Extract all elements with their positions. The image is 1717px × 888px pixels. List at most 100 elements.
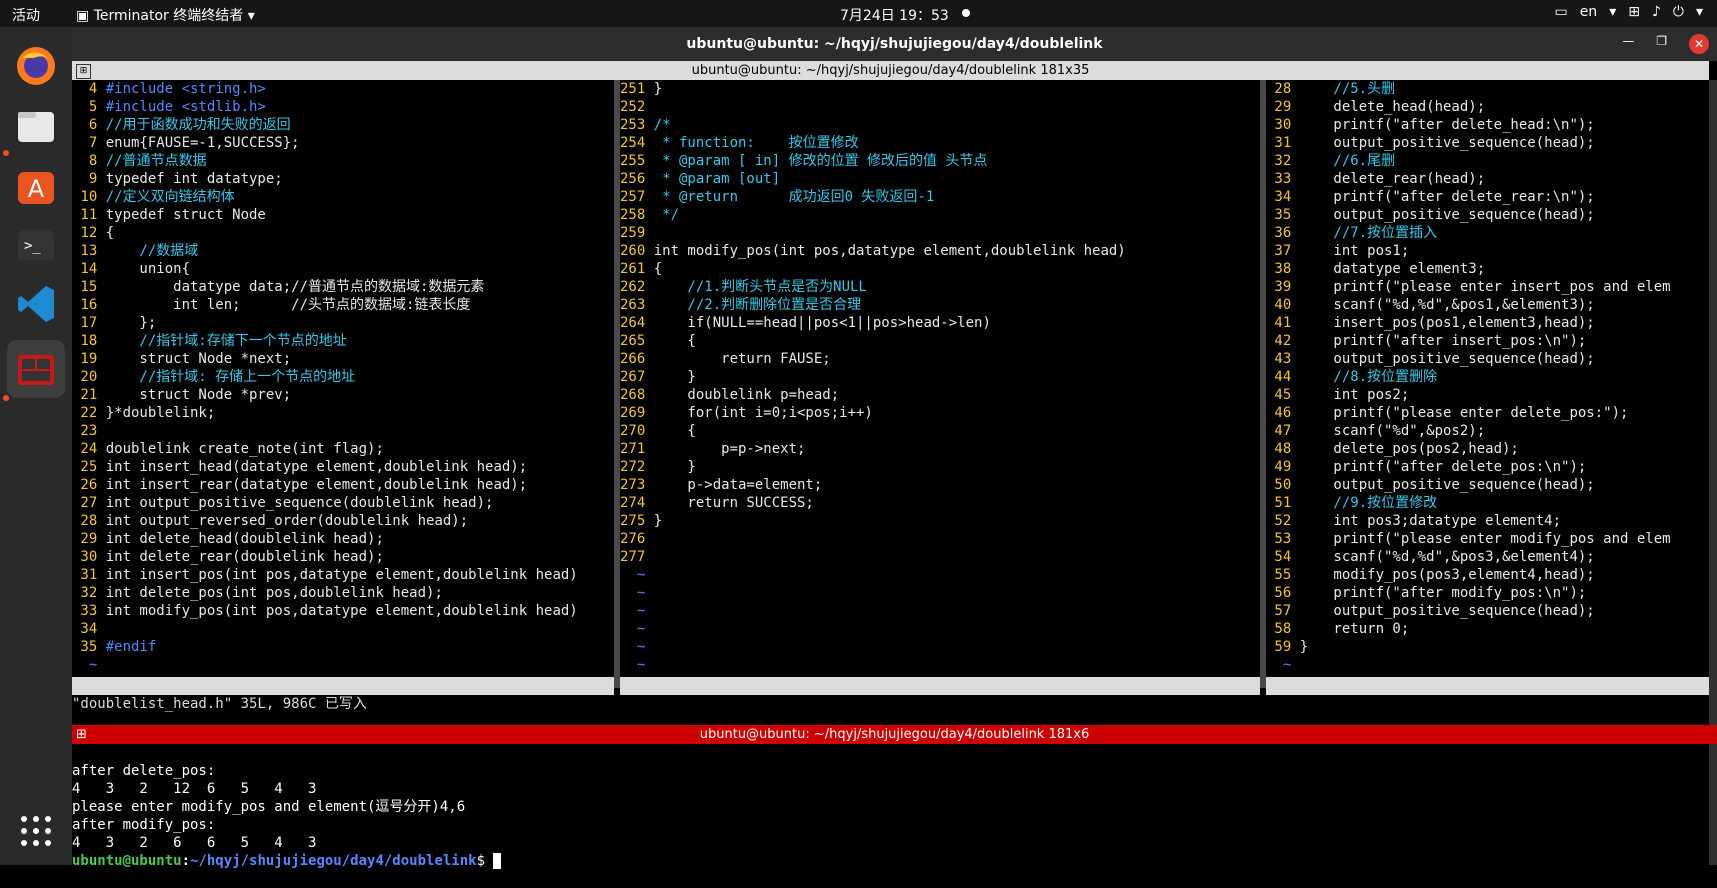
terminal-top-titlebar[interactable]: ⊞ ubuntu@ubuntu: ~/hqyj/shujujiegou/day4… xyxy=(72,61,1709,80)
code-line: 7 enum{FAUSE=-1,SUCCESS}; xyxy=(72,134,613,152)
firefox-icon[interactable] xyxy=(7,37,65,95)
terminator-icon[interactable] xyxy=(7,340,65,398)
output-line: 4 3 2 6 6 5 4 3 xyxy=(72,835,317,851)
code-line: 44 //8.按位置删除 xyxy=(1266,368,1709,386)
language-indicator[interactable]: en xyxy=(1580,4,1598,20)
code-text: struct Node *next; xyxy=(105,351,292,367)
code-text: */ xyxy=(653,207,680,223)
code-text: scanf("%d,%d",&pos1,&element3); xyxy=(1299,297,1595,313)
code-line: 251 } xyxy=(620,80,1234,98)
code-line: 25 int insert_head(datatype element,doub… xyxy=(72,458,613,476)
activities-button[interactable]: 活动 xyxy=(12,5,40,25)
vim-pane-header[interactable]: 4 #include <string.h> 5 #include <stdlib… xyxy=(72,80,613,676)
code-text: //指针域: 存储上一个节点的地址 xyxy=(105,369,356,385)
terminal-top-title: ubuntu@ubuntu: ~/hqyj/shujujiegou/day4/d… xyxy=(691,63,1090,78)
terminal-bottom[interactable]: after delete_pos: 4 3 2 12 6 5 4 3 please … xyxy=(72,744,1709,869)
line-number: 22 xyxy=(72,405,106,421)
code-line: 18 //指针域:存储下一个节点的地址 xyxy=(72,332,613,350)
line-number: ~ xyxy=(620,603,654,619)
code-text: //普通节点数据 xyxy=(105,153,207,169)
line-number: 35 xyxy=(72,639,106,655)
line-number: 47 xyxy=(1266,423,1300,439)
system-tray[interactable]: ▭ en ▾ ⊞ ♪ ⏻ ▾ xyxy=(1554,4,1703,20)
close-icon[interactable]: ✕ xyxy=(1689,34,1709,54)
line-number: 263 xyxy=(620,297,654,313)
network-icon[interactable]: ⊞ xyxy=(1628,4,1640,20)
vscode-icon[interactable] xyxy=(7,275,65,333)
apps-grid-icon[interactable] xyxy=(7,802,65,860)
code-line: 11 typedef struct Node xyxy=(72,206,613,224)
code-line: 33 delete_rear(head); xyxy=(1266,170,1709,188)
line-number: 264 xyxy=(620,315,654,331)
shell-prompt[interactable]: ubuntu@ubuntu:~/hqyj/shujujiegou/day4/do… xyxy=(72,852,1709,870)
prompt-path: ~/hqyj/shujujiegou/day4/doublelink xyxy=(190,853,477,869)
code-text: printf("please enter delete_pos:"); xyxy=(1299,405,1629,421)
line-number: 261 xyxy=(620,261,654,277)
vim-pane-main[interactable]: 28 //5.头删 29 delete_head(head); 30 print… xyxy=(1266,80,1709,676)
line-number: 35 xyxy=(1266,207,1300,223)
terminal-grid-icon[interactable]: ⊞ xyxy=(76,725,87,744)
line-number: 17 xyxy=(72,315,106,331)
line-number: ~ xyxy=(620,621,654,637)
code-line: 52 int pos3;datatype element4; xyxy=(1266,512,1709,530)
code-line: 50 output_positive_sequence(head); xyxy=(1266,476,1709,494)
terminal-app-icon: ▣ xyxy=(76,8,90,24)
code-line: ~ xyxy=(620,638,1234,656)
vim-pane-test[interactable]: 251 } 252 253 /* 254 * function: 按位置修改 255 … xyxy=(620,80,1234,676)
code-line: 58 return 0; xyxy=(1266,620,1709,638)
code-line: 38 datatype element3; xyxy=(1266,260,1709,278)
line-number: 259 xyxy=(620,225,654,241)
maximize-icon[interactable]: ❐ xyxy=(1656,34,1667,54)
line-number: 253 xyxy=(620,117,654,133)
code-text: output_positive_sequence(head); xyxy=(1299,477,1595,493)
code-line: 48 delete_pos(pos2,head); xyxy=(1266,440,1709,458)
line-number: ~ xyxy=(1266,657,1300,673)
line-number: 57 xyxy=(1266,603,1300,619)
code-line: 266 return FAUSE; xyxy=(620,350,1234,368)
terminal-icon[interactable]: >_ xyxy=(7,215,65,273)
software-center-icon[interactable]: A xyxy=(7,157,65,215)
code-line: 275 } xyxy=(620,512,1234,530)
keyboard-icon[interactable]: ▭ xyxy=(1554,4,1567,20)
code-line: 34 printf("after delete_rear:\n"); xyxy=(1266,188,1709,206)
code-text: printf("after delete_rear:\n"); xyxy=(1299,189,1595,205)
code-line: 32 //6.尾删 xyxy=(1266,152,1709,170)
volume-icon[interactable]: ♪ xyxy=(1652,4,1661,20)
terminal-bottom-titlebar[interactable]: ⊞ ubuntu@ubuntu: ~/hqyj/shujujiegou/day4… xyxy=(72,725,1717,744)
code-line: 254 * function: 按位置修改 xyxy=(620,134,1234,152)
line-number: ~ xyxy=(620,567,654,583)
code-line: 255 * @param [ in] 修改的位置 修改后的值 头节点 xyxy=(620,152,1234,170)
line-number: 15 xyxy=(72,279,106,295)
line-number: 34 xyxy=(1266,189,1300,205)
code-line: 31 output_positive_sequence(head); xyxy=(1266,134,1709,152)
line-number: 6 xyxy=(72,117,106,133)
code-line: 12 { xyxy=(72,224,613,242)
code-text: modify_pos(pos3,element4,head); xyxy=(1299,567,1595,583)
code-line: 267 } xyxy=(620,368,1234,386)
code-text: } xyxy=(653,369,696,385)
code-text: int len; //头节点的数据域:链表长度 xyxy=(105,297,471,313)
terminal-top[interactable]: ⊞ ubuntu@ubuntu: ~/hqyj/shujujiegou/day4… xyxy=(72,61,1709,725)
code-text: int modify_pos(int pos,datatype element,… xyxy=(653,243,1126,259)
terminal-grid-icon[interactable]: ⊞ xyxy=(76,64,91,79)
line-number: 255 xyxy=(620,153,654,169)
line-number: 270 xyxy=(620,423,654,439)
code-line: 27 int output_positive_sequence(doubleli… xyxy=(72,494,613,512)
code-line: 40 scanf("%d,%d",&pos1,&element3); xyxy=(1266,296,1709,314)
code-text: * @param [out] xyxy=(653,171,781,187)
line-number: 12 xyxy=(72,225,106,241)
power-icon[interactable]: ⏻ xyxy=(1673,4,1684,20)
code-line: ~ xyxy=(1266,656,1709,674)
line-number: 56 xyxy=(1266,585,1300,601)
line-number: 20 xyxy=(72,369,106,385)
files-icon[interactable] xyxy=(7,97,65,155)
code-text: return SUCCESS; xyxy=(653,495,814,511)
scrollbar[interactable] xyxy=(1709,80,1717,865)
code-text: if(NULL==head||pos<1||pos>head->len) xyxy=(653,315,991,331)
clock[interactable]: 7月24日 19：53 xyxy=(840,5,949,25)
code-line: 253 /* xyxy=(620,116,1234,134)
minimize-icon[interactable]: — xyxy=(1622,34,1634,54)
app-menu[interactable]: ▣ Terminator 终端终结者 ▾ xyxy=(76,5,255,25)
line-number: 256 xyxy=(620,171,654,187)
code-text: scanf("%d",&pos2); xyxy=(1299,423,1486,439)
